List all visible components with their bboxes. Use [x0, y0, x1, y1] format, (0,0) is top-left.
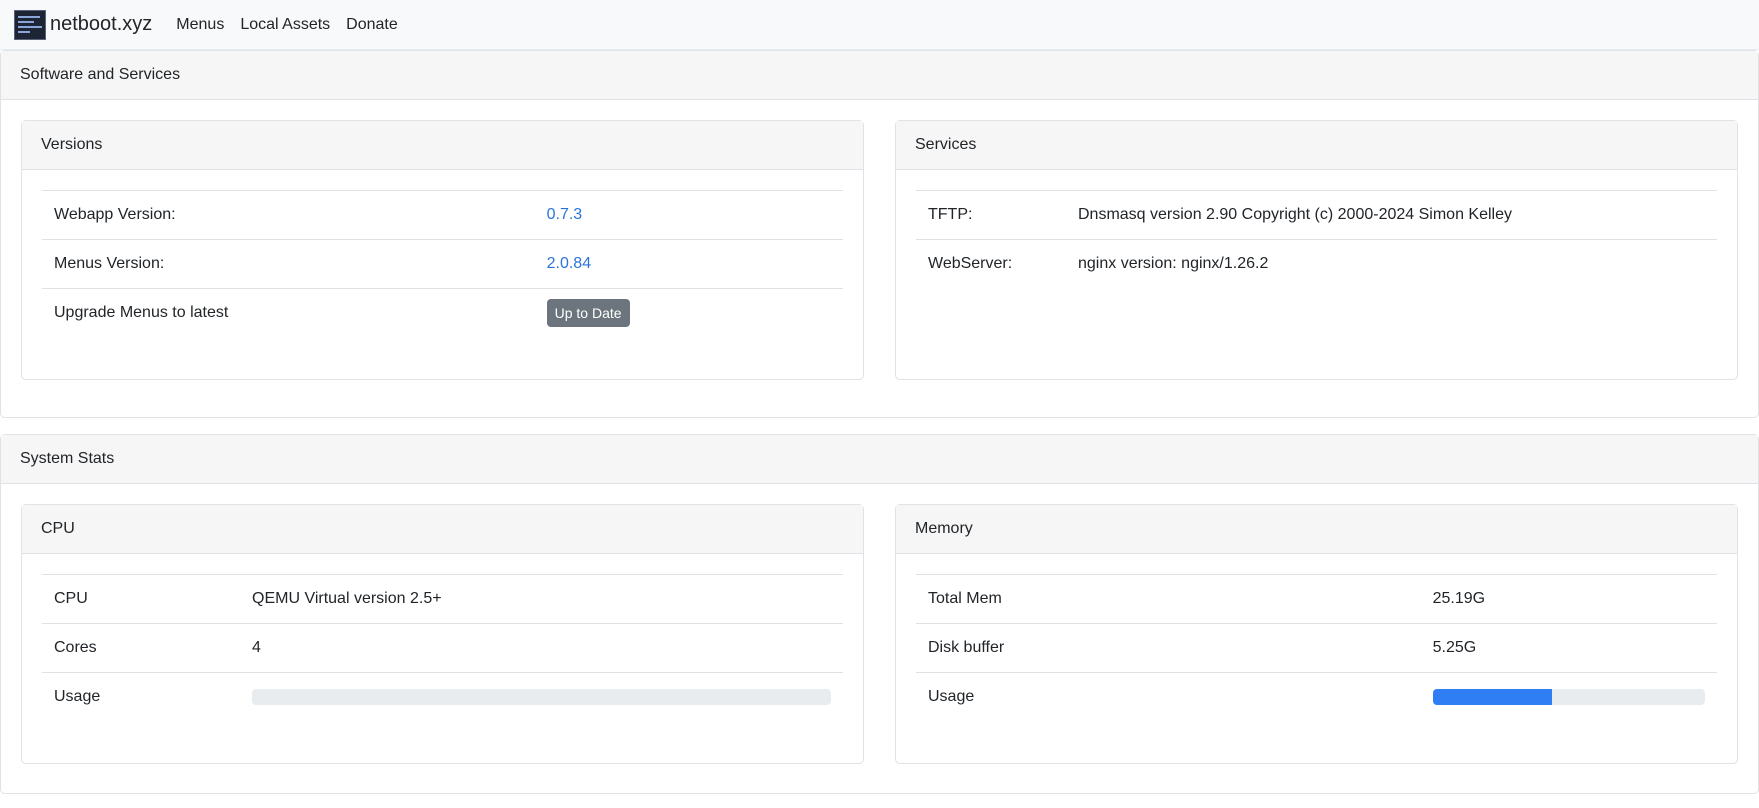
memory-usage-progress: [1432, 689, 1705, 706]
system-stats-header: System Stats: [1, 435, 1758, 484]
table-row: Usage: [916, 672, 1717, 722]
versions-body: Webapp Version: 0.7.3 Menus Version: 2.0…: [22, 170, 863, 338]
table-row: Upgrade Menus to latest Up to Date: [42, 288, 843, 338]
memory-card: Memory Total Mem 25.19G Disk buffer 5.25…: [895, 504, 1738, 764]
cpu-card: CPU CPU QEMU Virtual version 2.5+ Cores …: [21, 504, 864, 764]
disk-buffer-value: 5.25G: [1420, 623, 1717, 673]
netboot-logo-icon: [14, 9, 46, 40]
webapp-version-value: 0.7.3: [534, 190, 843, 240]
services-table: TFTP: Dnsmasq version 2.90 Copyright (c)…: [916, 190, 1717, 289]
cpu-value: QEMU Virtual version 2.5+: [240, 574, 843, 624]
memory-body: Total Mem 25.19G Disk buffer 5.25G Usage: [896, 554, 1737, 722]
services-body: TFTP: Dnsmasq version 2.90 Copyright (c)…: [896, 170, 1737, 289]
cpu-header: CPU: [22, 505, 863, 554]
nav-menus[interactable]: Menus: [176, 16, 224, 34]
cores-value: 4: [240, 623, 843, 673]
menus-version-value: 2.0.84: [534, 239, 843, 289]
software-services-body: Versions Webapp Version: 0.7.3 Menus Ver…: [1, 100, 1758, 380]
memory-usage-progress-bar: [1432, 689, 1553, 706]
disk-buffer-label: Disk buffer: [916, 623, 1421, 673]
tftp-label: TFTP:: [916, 190, 1066, 240]
table-row: Menus Version: 2.0.84: [42, 239, 843, 289]
menus-version-label: Menus Version:: [42, 239, 535, 289]
table-row: Usage: [42, 672, 843, 722]
menus-version-link[interactable]: 2.0.84: [547, 255, 591, 272]
webserver-label: WebServer:: [916, 239, 1066, 289]
upgrade-menus-cell: Up to Date: [534, 288, 843, 338]
table-row: Disk buffer 5.25G: [916, 623, 1717, 673]
software-services-header: Software and Services: [1, 51, 1758, 100]
cpu-usage-label: Usage: [42, 672, 240, 722]
table-row: WebServer: nginx version: nginx/1.26.2: [916, 239, 1717, 289]
software-services-card: Software and Services Versions Webapp Ve…: [0, 50, 1759, 418]
cores-label: Cores: [42, 623, 240, 673]
cpu-usage-cell: [240, 672, 843, 722]
table-row: CPU QEMU Virtual version 2.5+: [42, 574, 843, 624]
memory-usage-label: Usage: [916, 672, 1421, 722]
webapp-version-label: Webapp Version:: [42, 190, 535, 240]
nav-local-assets[interactable]: Local Assets: [240, 16, 330, 34]
tftp-value: Dnsmasq version 2.90 Copyright (c) 2000-…: [1066, 190, 1717, 240]
webapp-version-link[interactable]: 0.7.3: [547, 206, 583, 223]
versions-header: Versions: [22, 121, 863, 170]
webserver-value: nginx version: nginx/1.26.2: [1066, 239, 1717, 289]
table-row: Webapp Version: 0.7.3: [42, 190, 843, 240]
system-stats-card: System Stats CPU CPU QEMU Virtual versio…: [0, 434, 1759, 794]
services-card: Services TFTP: Dnsmasq version 2.90 Copy…: [895, 120, 1738, 380]
cpu-body: CPU QEMU Virtual version 2.5+ Cores 4 Us…: [22, 554, 863, 722]
upgrade-menus-label: Upgrade Menus to latest: [42, 288, 535, 338]
cpu-table: CPU QEMU Virtual version 2.5+ Cores 4 Us…: [42, 574, 843, 722]
table-row: Cores 4: [42, 623, 843, 673]
cpu-label: CPU: [42, 574, 240, 624]
system-stats-body: CPU CPU QEMU Virtual version 2.5+ Cores …: [1, 484, 1758, 764]
total-mem-value: 25.19G: [1420, 574, 1717, 624]
table-row: TFTP: Dnsmasq version 2.90 Copyright (c)…: [916, 190, 1717, 240]
memory-header: Memory: [896, 505, 1737, 554]
versions-table: Webapp Version: 0.7.3 Menus Version: 2.0…: [42, 190, 843, 338]
total-mem-label: Total Mem: [916, 574, 1421, 624]
up-to-date-button[interactable]: Up to Date: [546, 299, 630, 328]
memory-table: Total Mem 25.19G Disk buffer 5.25G Usage: [916, 574, 1717, 722]
table-row: Total Mem 25.19G: [916, 574, 1717, 624]
brand-link[interactable]: netboot.xyz: [14, 9, 153, 40]
cpu-usage-progress: [252, 689, 831, 706]
nav-donate[interactable]: Donate: [346, 16, 398, 34]
services-header: Services: [896, 121, 1737, 170]
top-navbar: netboot.xyz Menus Local Assets Donate: [0, 0, 1759, 50]
brand-name: netboot.xyz: [50, 13, 153, 35]
versions-card: Versions Webapp Version: 0.7.3 Menus Ver…: [21, 120, 864, 380]
memory-usage-cell: [1420, 672, 1717, 722]
